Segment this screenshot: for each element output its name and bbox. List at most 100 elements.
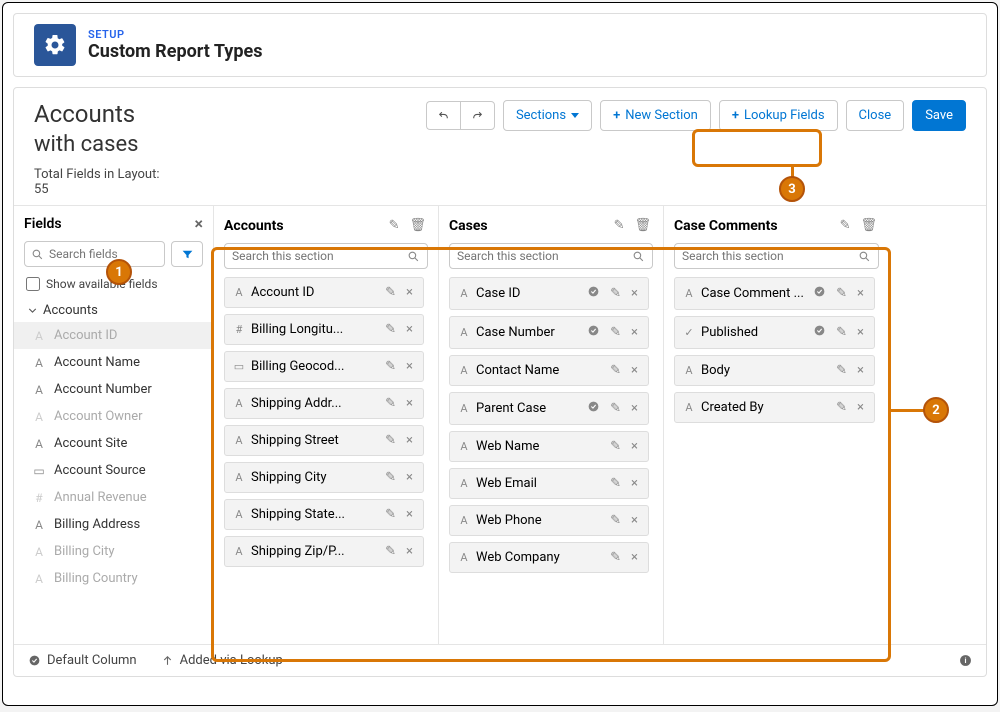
tree-item: ABilling Country (14, 565, 213, 592)
show-available-checkbox[interactable] (26, 277, 40, 291)
edit-chip-icon[interactable]: ✎ (608, 550, 623, 565)
field-chip[interactable]: A Shipping Street ✎ × (224, 425, 424, 456)
section-search-input[interactable] (457, 249, 627, 263)
remove-chip-icon[interactable]: × (404, 285, 415, 300)
edit-chip-icon[interactable]: ✎ (383, 285, 398, 300)
edit-chip-icon[interactable]: ✎ (608, 439, 623, 454)
field-chip[interactable]: A Case ID ✎ × (449, 277, 649, 310)
remove-chip-icon[interactable]: × (629, 286, 640, 301)
delete-section-icon[interactable]: 🗑 (858, 216, 879, 235)
edit-section-icon[interactable]: ✎ (612, 216, 627, 235)
edit-chip-icon[interactable]: ✎ (383, 470, 398, 485)
edit-chip-icon[interactable]: ✎ (608, 476, 623, 491)
edit-chip-icon[interactable]: ✎ (608, 325, 623, 340)
remove-chip-icon[interactable]: × (404, 359, 415, 374)
filter-button[interactable] (171, 241, 203, 267)
edit-chip-icon[interactable]: ✎ (834, 363, 849, 378)
save-button[interactable]: Save (912, 100, 966, 131)
sections-dropdown[interactable]: Sections (503, 100, 592, 131)
remove-chip-icon[interactable]: × (404, 322, 415, 337)
field-chip[interactable]: ▭ Billing Geocod... ✎ × (224, 351, 424, 382)
field-chip[interactable]: A Shipping State... ✎ × (224, 499, 424, 530)
tree-item[interactable]: ▭Account Source (14, 457, 213, 484)
delete-section-icon[interactable]: 🗑 (407, 216, 428, 235)
remove-chip-icon[interactable]: × (404, 396, 415, 411)
remove-chip-icon[interactable]: × (629, 325, 640, 340)
field-label: Account Site (54, 436, 127, 451)
field-label: Annual Revenue (54, 490, 147, 505)
info-icon[interactable]: i (959, 654, 972, 667)
remove-chip-icon[interactable]: × (629, 363, 640, 378)
edit-chip-icon[interactable]: ✎ (834, 325, 849, 340)
redo-button[interactable] (460, 101, 495, 130)
edit-chip-icon[interactable]: ✎ (383, 433, 398, 448)
field-label: Account Number (54, 382, 152, 397)
remove-chip-icon[interactable]: × (855, 363, 866, 378)
edit-chip-icon[interactable]: ✎ (383, 544, 398, 559)
edit-chip-icon[interactable]: ✎ (383, 507, 398, 522)
remove-chip-icon[interactable]: × (629, 476, 640, 491)
field-chip[interactable]: A Parent Case ✎ × (449, 392, 649, 425)
tree-item[interactable]: ABilling Address (14, 511, 213, 538)
field-type-icon: A (32, 437, 46, 451)
field-type-icon: A (458, 402, 470, 415)
remove-chip-icon[interactable]: × (855, 400, 866, 415)
field-chip[interactable]: A Web Name ✎ × (449, 431, 649, 462)
remove-chip-icon[interactable]: × (855, 325, 866, 340)
edit-chip-icon[interactable]: ✎ (834, 286, 849, 301)
lookup-fields-button[interactable]: +Lookup Fields (719, 100, 838, 131)
remove-chip-icon[interactable]: × (404, 507, 415, 522)
field-chip[interactable]: A Shipping Zip/P... ✎ × (224, 536, 424, 567)
remove-chip-icon[interactable]: × (855, 286, 866, 301)
edit-chip-icon[interactable]: ✎ (383, 322, 398, 337)
close-panel-icon[interactable]: × (195, 214, 204, 233)
field-chip[interactable]: A Contact Name ✎ × (449, 355, 649, 386)
section-search-input[interactable] (682, 249, 853, 263)
edit-chip-icon[interactable]: ✎ (383, 359, 398, 374)
tree-group-accounts[interactable]: Accounts (14, 299, 213, 322)
chip-label: Shipping Addr... (251, 396, 377, 411)
edit-section-icon[interactable]: ✎ (387, 216, 402, 235)
field-type-icon: A (683, 401, 695, 414)
edit-section-icon[interactable]: ✎ (838, 216, 853, 235)
field-chip[interactable]: A Created By ✎ × (674, 392, 875, 423)
tree-item[interactable]: A Account Site (14, 430, 213, 457)
field-type-icon: A (233, 434, 245, 447)
delete-section-icon[interactable]: 🗑 (632, 216, 653, 235)
field-chip[interactable]: A Web Company ✎ × (449, 542, 649, 573)
remove-chip-icon[interactable]: × (629, 401, 640, 416)
caret-down-icon (571, 113, 579, 118)
edit-chip-icon[interactable]: ✎ (608, 286, 623, 301)
new-section-button[interactable]: +New Section (600, 100, 711, 131)
fields-search-input[interactable] (49, 247, 158, 261)
field-chip[interactable]: A Shipping City ✎ × (224, 462, 424, 493)
chip-label: Shipping City (251, 470, 377, 485)
close-button[interactable]: Close (846, 100, 905, 131)
section-search-input[interactable] (232, 249, 402, 263)
remove-chip-icon[interactable]: × (404, 544, 415, 559)
remove-chip-icon[interactable]: × (404, 433, 415, 448)
field-chip[interactable]: # Billing Longitu... ✎ × (224, 314, 424, 345)
field-chip[interactable]: ✓ Published ✎ × (674, 316, 875, 349)
remove-chip-icon[interactable]: × (629, 439, 640, 454)
remove-chip-icon[interactable]: × (629, 513, 640, 528)
field-chip[interactable]: A Web Phone ✎ × (449, 505, 649, 536)
field-chip[interactable]: A Web Email ✎ × (449, 468, 649, 499)
edit-chip-icon[interactable]: ✎ (834, 400, 849, 415)
tree-item: AAccount Owner (14, 403, 213, 430)
edit-chip-icon[interactable]: ✎ (608, 363, 623, 378)
remove-chip-icon[interactable]: × (404, 470, 415, 485)
section-column: Case Comments ✎ 🗑 A Case Comment ... ✎ ×… (664, 206, 889, 644)
tree-item[interactable]: AAccount Number (14, 376, 213, 403)
edit-chip-icon[interactable]: ✎ (383, 396, 398, 411)
field-chip[interactable]: A Case Number ✎ × (449, 316, 649, 349)
remove-chip-icon[interactable]: × (629, 550, 640, 565)
edit-chip-icon[interactable]: ✎ (608, 513, 623, 528)
tree-item[interactable]: AAccount Name (14, 349, 213, 376)
field-chip[interactable]: A Case Comment ... ✎ × (674, 277, 875, 310)
field-chip[interactable]: A Account ID ✎ × (224, 277, 424, 308)
undo-button[interactable] (426, 101, 460, 130)
edit-chip-icon[interactable]: ✎ (608, 401, 623, 416)
field-chip[interactable]: A Body ✎ × (674, 355, 875, 386)
field-chip[interactable]: A Shipping Addr... ✎ × (224, 388, 424, 419)
